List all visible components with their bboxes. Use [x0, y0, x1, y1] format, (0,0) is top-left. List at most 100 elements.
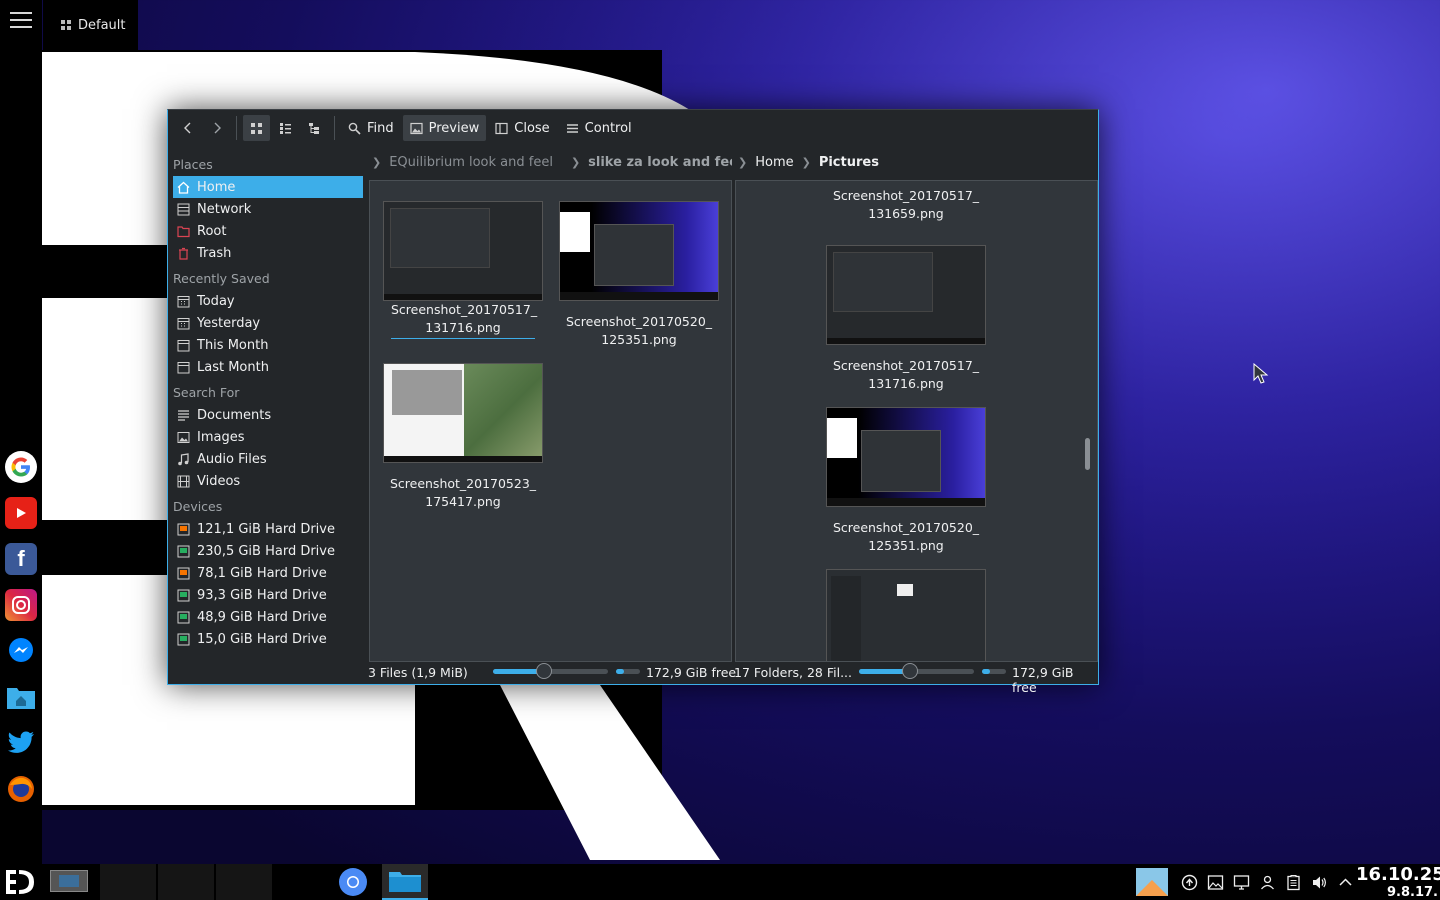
activity-switcher[interactable]: Default: [43, 0, 138, 50]
devices-section-title: Devices: [173, 499, 223, 514]
breadcrumb-item-current[interactable]: Pictures: [819, 155, 879, 170]
place-trash[interactable]: Trash: [173, 242, 363, 264]
firefox-icon[interactable]: [5, 773, 37, 805]
file-name: Screenshot_20170520_ 125351.png: [832, 520, 980, 553]
device-label: 230,5 GiB Hard Drive: [197, 543, 335, 559]
chevron-right-icon: [214, 122, 221, 134]
right-file-view[interactable]: Screenshot_20170517_ 131659.png Screensho…: [735, 180, 1098, 662]
file-item[interactable]: Screenshot_20170520_ 125351.png: [826, 407, 986, 555]
left-file-view[interactable]: Screenshot_20170517_ 131716.png Screensho…: [369, 180, 732, 662]
user-switcher-icon[interactable]: [1259, 874, 1276, 891]
search-documents[interactable]: Documents: [173, 404, 363, 426]
file-item[interactable]: [826, 569, 986, 661]
file-item[interactable]: Screenshot_20170517_ 131716.png: [826, 245, 986, 393]
pager-desktop-3[interactable]: [158, 864, 214, 900]
place-root[interactable]: Root: [173, 220, 363, 242]
place-home[interactable]: Home: [173, 176, 363, 198]
close-split-button[interactable]: Close: [488, 115, 556, 141]
google-icon[interactable]: [5, 451, 37, 483]
calendar-icon: [177, 295, 190, 308]
recent-today[interactable]: Today: [173, 290, 363, 312]
messenger-icon[interactable]: [5, 635, 37, 667]
instagram-icon[interactable]: [5, 589, 37, 621]
icons-view-button[interactable]: [243, 115, 270, 141]
chromium-icon: [339, 868, 367, 896]
hard-drive-icon: [177, 633, 190, 646]
preview-button[interactable]: Preview: [402, 115, 487, 141]
toolbar: Find Preview Close Control: [168, 110, 1098, 146]
chromium-task[interactable]: [332, 864, 374, 900]
back-button[interactable]: [174, 115, 201, 141]
application-menu-button[interactable]: [10, 12, 32, 30]
tray-expand-chevron-up-icon[interactable]: [1337, 874, 1354, 891]
image-preview-icon: [410, 122, 423, 134]
recent-this-month[interactable]: This Month: [173, 334, 363, 356]
recent-yesterday[interactable]: Yesterday: [173, 312, 363, 334]
pager-desktop-2[interactable]: [100, 864, 156, 900]
scrollbar-handle[interactable]: [1085, 438, 1090, 470]
application-launcher[interactable]: [2, 864, 38, 900]
details-view-button[interactable]: [301, 115, 328, 141]
file-item[interactable]: Screenshot_20170517_ 131659.png: [826, 187, 986, 223]
search-images[interactable]: Images: [173, 426, 363, 448]
right-zoom-slider[interactable]: [859, 663, 974, 679]
forward-button[interactable]: [203, 115, 230, 141]
folder-red-icon: [177, 225, 190, 238]
device-drive-1[interactable]: 121,1 GiB Hard Drive: [173, 518, 363, 540]
breadcrumb-item[interactable]: EQuilibrium look and feel: [389, 155, 553, 170]
pager-desktop-1[interactable]: [42, 864, 98, 900]
preview-label: Preview: [428, 120, 480, 136]
left-free-space: 172,9 GiB free: [646, 665, 737, 680]
device-drive-6[interactable]: 15,0 GiB Hard Drive: [173, 628, 363, 650]
file-name: Screenshot_20170517_ 131716.png: [391, 301, 537, 339]
film-icon: [177, 475, 190, 488]
device-drive-2[interactable]: 230,5 GiB Hard Drive: [173, 540, 363, 562]
search-videos[interactable]: Videos: [173, 470, 363, 492]
place-label: Home: [197, 179, 236, 195]
toolbar-separator: [236, 116, 237, 140]
equilibrium-logo-icon: [6, 870, 34, 894]
display-tray-icon[interactable]: [1233, 874, 1250, 891]
search-audio-files[interactable]: Audio Files: [173, 448, 363, 470]
dolphin-task-active[interactable]: [382, 864, 428, 900]
device-drive-4[interactable]: 93,3 GiB Hard Drive: [173, 584, 363, 606]
hard-drive-icon: [177, 545, 190, 558]
file-item[interactable]: Screenshot_20170520_ 125351.png: [559, 201, 719, 349]
recent-section-title: Recently Saved: [173, 271, 270, 286]
find-button[interactable]: Find: [341, 115, 401, 141]
file-item[interactable]: Screenshot_20170523_ 175417.png: [383, 363, 543, 511]
device-drive-3[interactable]: 78,1 GiB Hard Drive: [173, 562, 363, 584]
tray-preview-icon[interactable]: [1136, 868, 1168, 896]
update-notifier-icon[interactable]: [1181, 874, 1198, 891]
home-folder-icon[interactable]: [5, 681, 37, 713]
digital-clock[interactable]: 16.10.25 9.8.17.: [1356, 864, 1440, 899]
clipboard-icon[interactable]: [1285, 874, 1302, 891]
device-drive-5[interactable]: 48,9 GiB Hard Drive: [173, 606, 363, 628]
breadcrumb-item[interactable]: Home: [755, 155, 793, 170]
device-label: 93,3 GiB Hard Drive: [197, 587, 327, 603]
file-item[interactable]: Screenshot_20170517_ 131716.png: [383, 201, 543, 339]
youtube-icon[interactable]: [5, 497, 37, 529]
control-label: Control: [584, 120, 632, 136]
device-label: 78,1 GiB Hard Drive: [197, 565, 327, 581]
calendar-icon: [177, 361, 190, 374]
left-zoom-slider[interactable]: [493, 663, 608, 679]
recent-last-month[interactable]: Last Month: [173, 356, 363, 378]
status-bar: 3 Files (1,9 MiB) 172,9 GiB free 17 Fold…: [168, 662, 1098, 695]
place-network[interactable]: Network: [173, 198, 363, 220]
breadcrumb-item-current[interactable]: slike za look and feel: [588, 155, 732, 170]
file-thumbnail: [383, 363, 543, 463]
chevron-right-icon: ❯: [801, 155, 811, 169]
file-thumbnail: [826, 569, 986, 661]
right-breadcrumb: ❯ Home ❯ Pictures: [738, 150, 1098, 174]
screenshot-tray-icon[interactable]: [1207, 874, 1224, 891]
compact-view-button[interactable]: [272, 115, 299, 141]
right-capacity-bar: [982, 669, 1006, 674]
search-label: Videos: [197, 473, 241, 489]
twitter-icon[interactable]: [5, 727, 37, 759]
file-thumbnail: [383, 201, 543, 301]
pager-desktop-4[interactable]: [216, 864, 272, 900]
control-menu-button[interactable]: Control: [559, 115, 639, 141]
volume-icon[interactable]: [1311, 874, 1328, 891]
facebook-icon[interactable]: f: [5, 543, 37, 575]
